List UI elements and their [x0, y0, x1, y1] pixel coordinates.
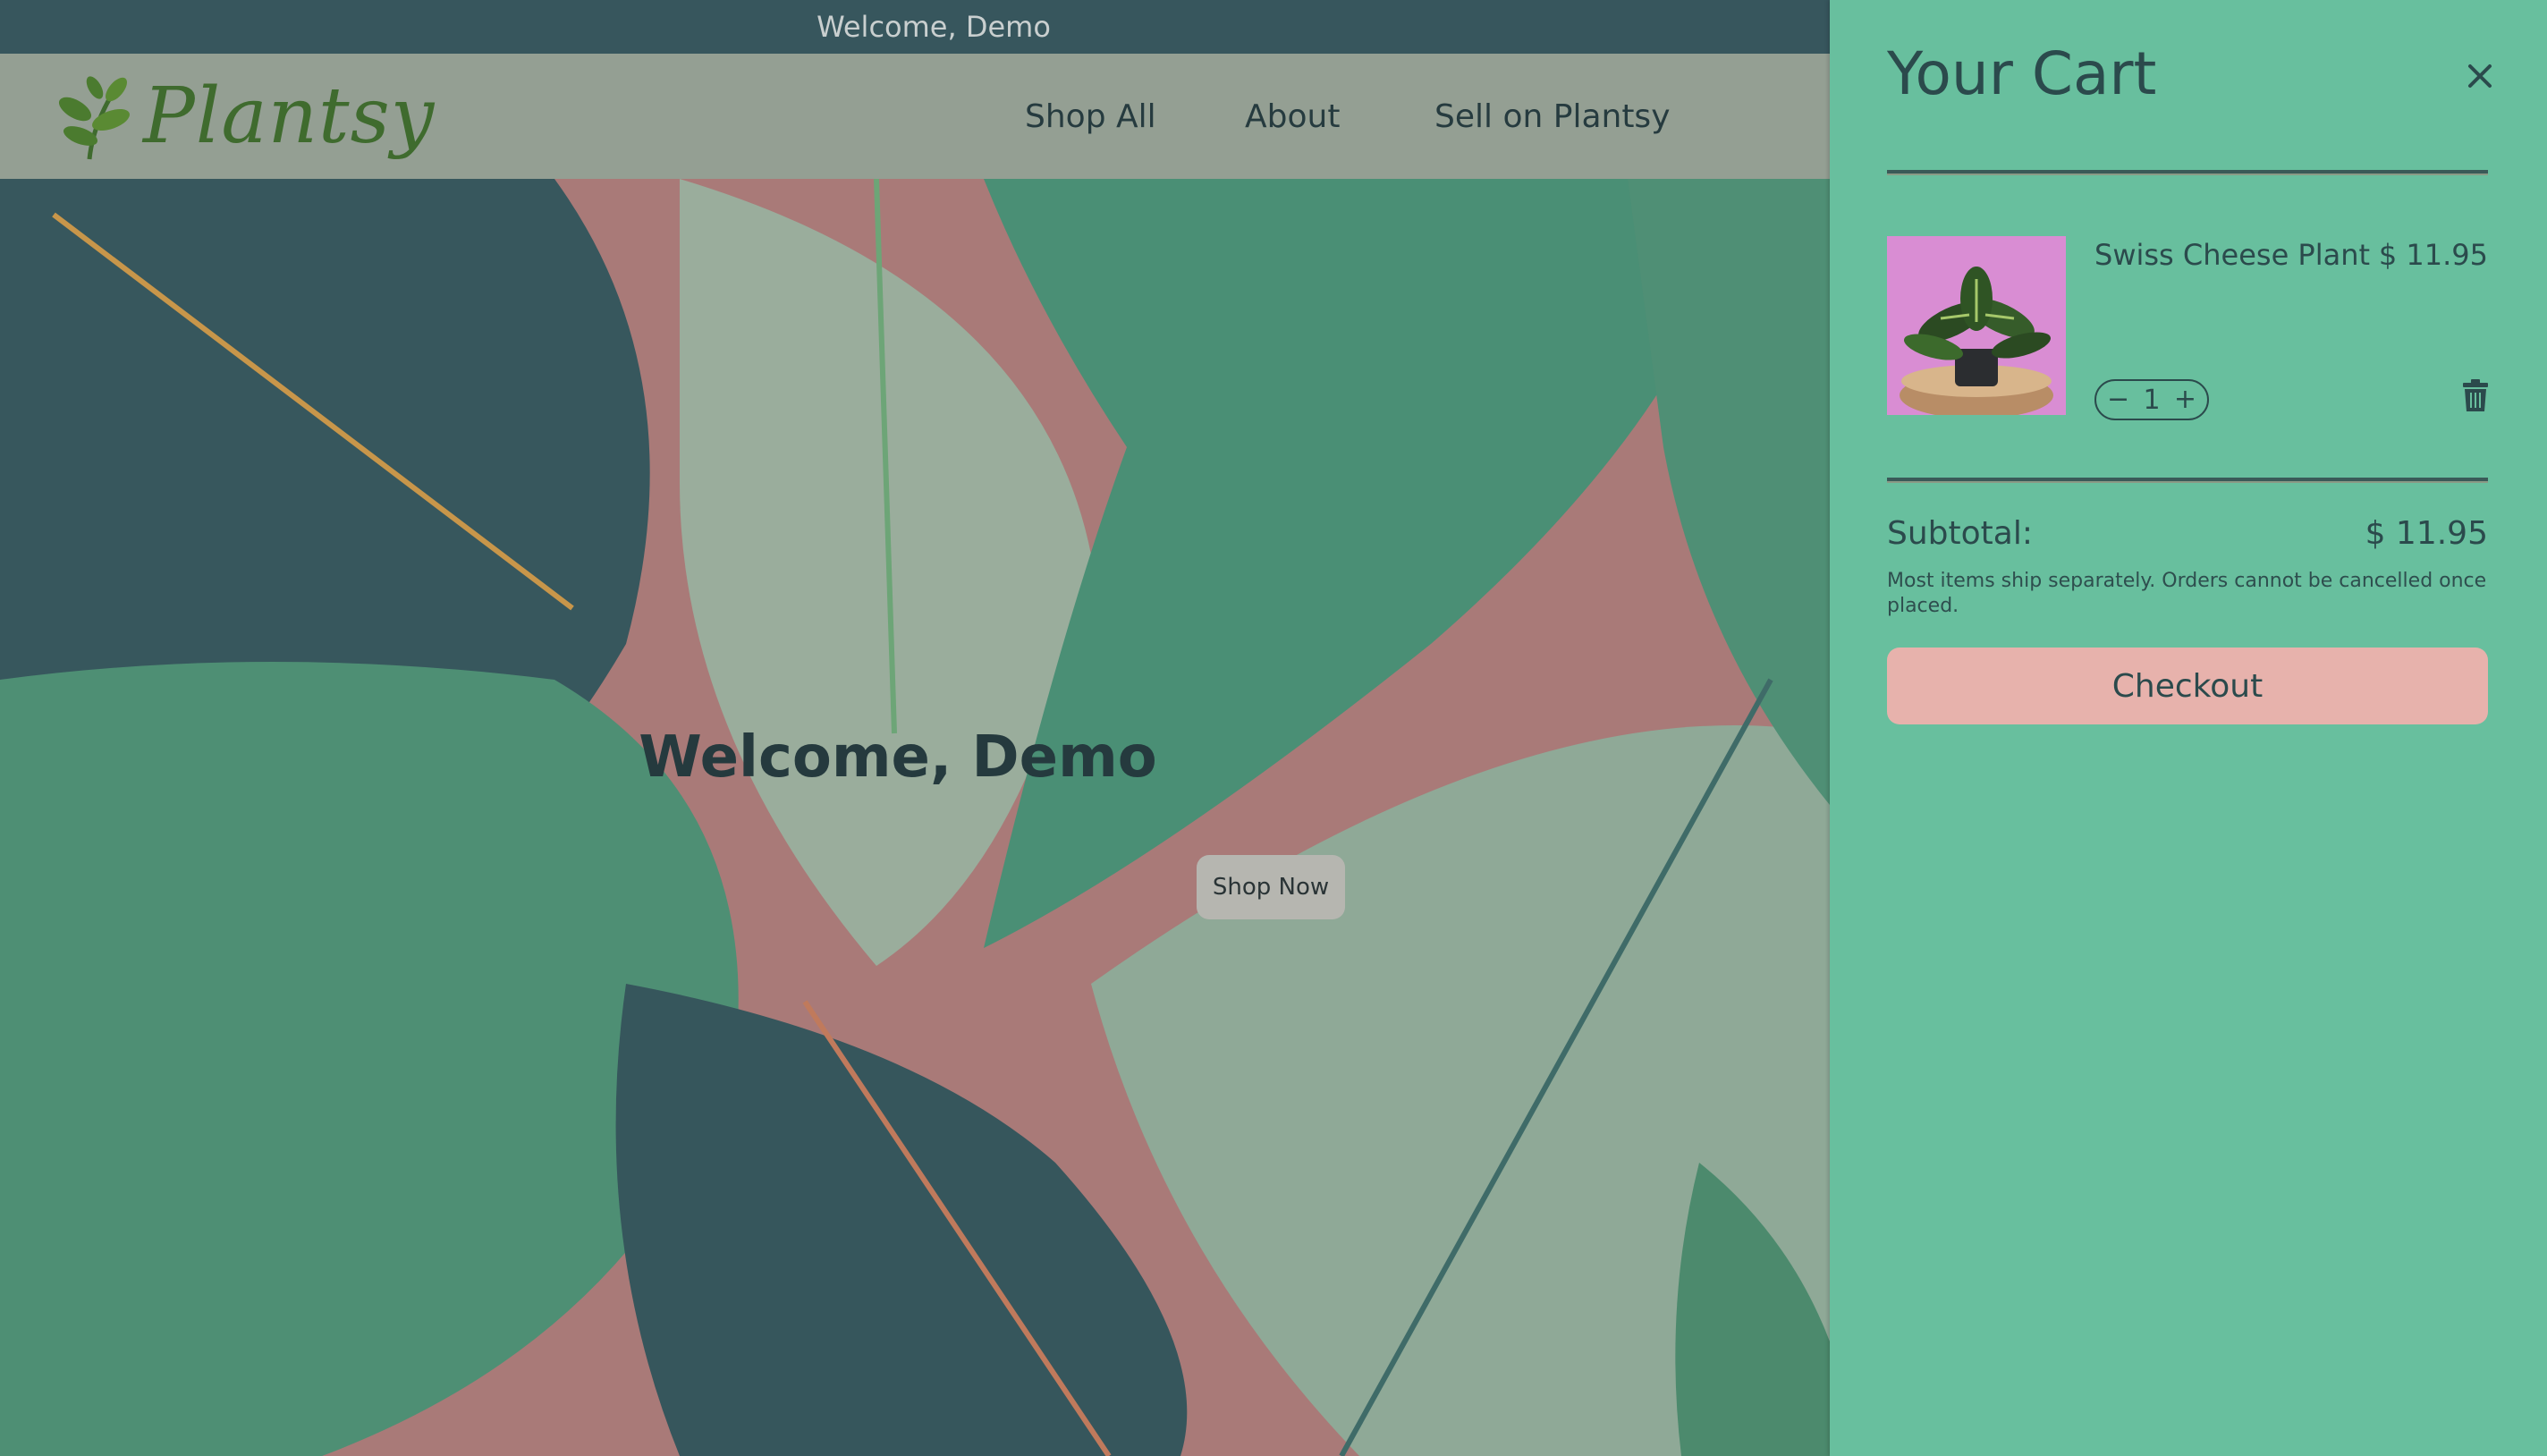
cart-drawer: Your Cart Swiss Cheese Plant $ 11.95 − 1… — [1830, 0, 2547, 1456]
cart-item-name: Swiss Cheese Plant — [2094, 238, 2371, 272]
shop-now-button[interactable]: Shop Now — [1197, 855, 1345, 919]
quantity-value: 1 — [2143, 384, 2161, 416]
page: Welcome, Demo Shop Now Welcome, Demo Pla… — [0, 0, 2547, 1456]
cart-title: Your Cart — [1887, 39, 2157, 108]
product-thumbnail — [1887, 236, 2066, 415]
announcement-text: Welcome, Demo — [817, 10, 1051, 44]
leaf-logo-icon — [58, 76, 130, 160]
logo[interactable]: Plantsy — [54, 70, 435, 163]
checkout-button[interactable]: Checkout — [1887, 648, 2488, 724]
subtotal-label: Subtotal: — [1887, 515, 2033, 552]
minus-icon[interactable]: − — [2107, 386, 2129, 413]
nav-sell-on-plantsy[interactable]: Sell on Plantsy — [1434, 98, 1671, 135]
plus-icon[interactable]: + — [2174, 386, 2196, 413]
divider — [1887, 170, 2488, 175]
quantity-stepper: − 1 + — [2094, 379, 2209, 420]
nav-shop-all[interactable]: Shop All — [1025, 98, 1156, 135]
trash-icon[interactable] — [2461, 379, 2490, 413]
close-icon[interactable] — [2461, 57, 2499, 95]
plant-photo — [1887, 236, 2066, 415]
subtotal-value: $ 11.95 — [2365, 515, 2488, 552]
logo-text: Plantsy — [143, 72, 436, 161]
shipping-note: Most items ship separately. Orders canno… — [1887, 570, 2487, 617]
nav-about[interactable]: About — [1245, 98, 1340, 135]
divider — [1887, 478, 2488, 483]
cart-item-price: $ 11.95 — [2378, 238, 2488, 272]
